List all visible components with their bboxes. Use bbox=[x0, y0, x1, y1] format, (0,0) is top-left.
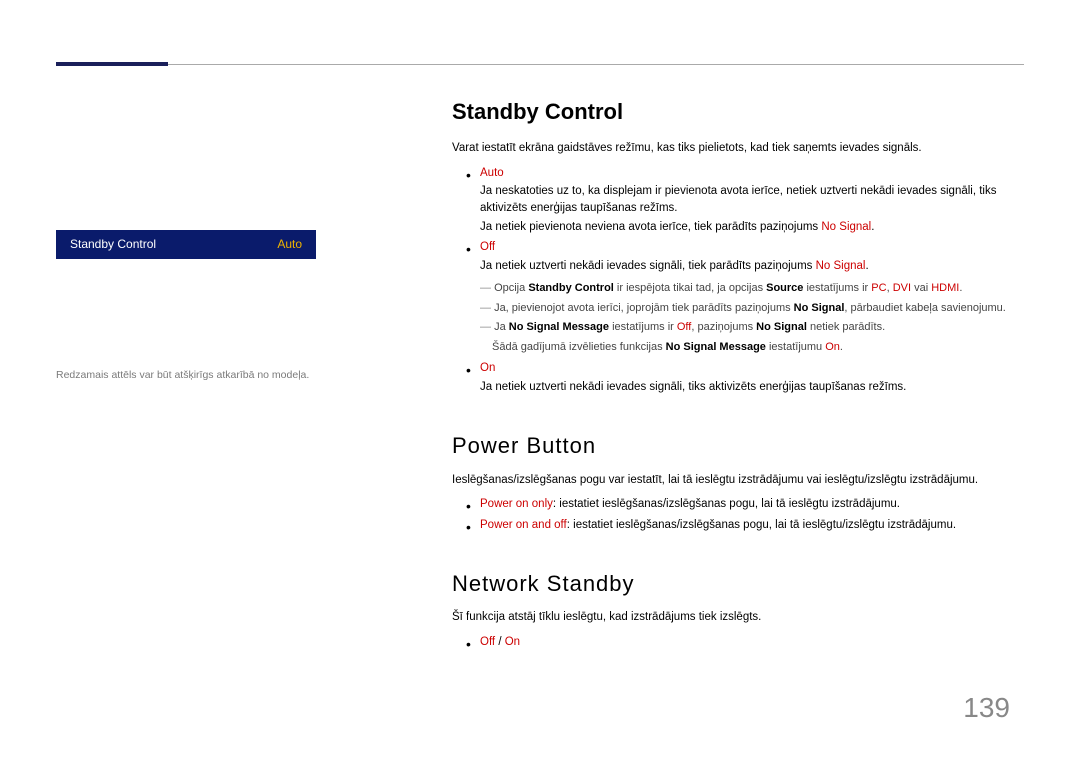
menu-label: Standby Control bbox=[70, 236, 156, 253]
option-title-off: Off bbox=[480, 241, 495, 253]
option-on-line: Ja netiek uztverti nekādi ievades signāl… bbox=[480, 379, 1010, 396]
footnote-2: Ja, pievienojot avota ierīci, joprojām t… bbox=[480, 301, 1010, 317]
network-intro: Šī funkcija atstāj tīklu ieslēgtu, kad i… bbox=[452, 609, 1010, 626]
network-options: Off / On bbox=[480, 634, 1010, 651]
heading-network-standby: Network Standby bbox=[452, 568, 1010, 600]
footnote-3: Ja No Signal Message iestatījums ir Off,… bbox=[480, 320, 1010, 336]
standby-intro: Varat iestatīt ekrāna gaidstāves režīmu,… bbox=[452, 140, 1010, 157]
heading-standby-control: Standby Control bbox=[452, 96, 1010, 128]
option-auto: Auto Ja neskatoties uz to, ka displejam … bbox=[480, 165, 1010, 236]
menu-value: Auto bbox=[277, 236, 302, 253]
power-intro: Ieslēgšanas/izslēgšanas pogu var iestatī… bbox=[452, 472, 1010, 489]
standby-footnotes: Opcija Standby Control ir iespējota tika… bbox=[452, 281, 1010, 357]
option-off-line: Ja netiek uztverti nekādi ievades signāl… bbox=[480, 258, 1010, 275]
heading-power-button: Power Button bbox=[452, 430, 1010, 462]
header-accent-bar bbox=[56, 62, 168, 66]
header-rule bbox=[56, 64, 1024, 65]
power-option-on-only: Power on only: iestatiet ieslēgšanas/izs… bbox=[480, 496, 1010, 513]
footnote-3b: Šādā gadījumā izvēlieties funkcijas No S… bbox=[480, 340, 1010, 356]
option-title-on: On bbox=[480, 362, 495, 374]
main-content: Standby Control Varat iestatīt ekrāna ga… bbox=[452, 96, 1010, 655]
option-auto-line1: Ja neskatoties uz to, ka displejam ir pi… bbox=[480, 183, 1010, 216]
standby-option-on: On Ja netiek uztverti nekādi ievades sig… bbox=[452, 360, 1010, 395]
page-number: 139 bbox=[963, 688, 1010, 729]
menu-row-standby-control: Standby Control Auto bbox=[56, 230, 316, 259]
image-disclaimer: Redzamais attēls var būt atšķirīgs atkar… bbox=[56, 369, 316, 383]
standby-option-list: Auto Ja neskatoties uz to, ka displejam … bbox=[452, 165, 1010, 275]
power-option-list: Power on only: iestatiet ieslēgšanas/izs… bbox=[452, 496, 1010, 533]
option-off: Off Ja netiek uztverti nekādi ievades si… bbox=[480, 239, 1010, 274]
network-option-list: Off / On bbox=[452, 634, 1010, 651]
option-on: On Ja netiek uztverti nekādi ievades sig… bbox=[480, 360, 1010, 395]
power-option-on-off: Power on and off: iestatiet ieslēgšanas/… bbox=[480, 517, 1010, 534]
footnote-1: Opcija Standby Control ir iespējota tika… bbox=[480, 281, 1010, 297]
sidebar: Standby Control Auto Redzamais attēls va… bbox=[56, 230, 316, 383]
option-auto-line2: Ja netiek pievienota neviena avota ierīc… bbox=[480, 219, 1010, 236]
option-title-auto: Auto bbox=[480, 167, 504, 179]
